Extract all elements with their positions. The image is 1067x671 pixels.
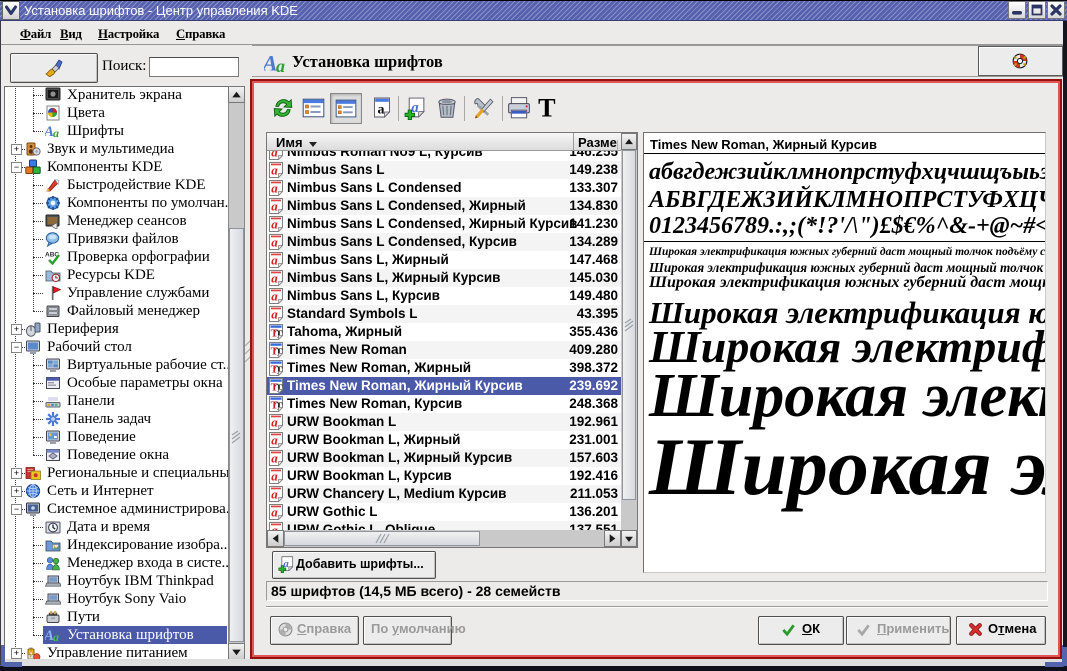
svg-text:a: a <box>53 126 59 139</box>
svg-text:a: a <box>271 163 278 178</box>
svg-text:a: a <box>271 253 278 268</box>
svg-text:T: T <box>538 96 556 120</box>
svg-text:a: a <box>271 487 278 502</box>
svg-text:a: a <box>271 451 278 466</box>
svg-text:a: a <box>271 469 278 484</box>
svg-text:a: a <box>271 307 278 322</box>
svg-text:a: a <box>276 56 285 75</box>
svg-text:a: a <box>53 630 59 643</box>
svg-text:a: a <box>271 217 278 232</box>
svg-text:a: a <box>271 199 278 214</box>
svg-text:a: a <box>271 505 278 520</box>
svg-text:a: a <box>271 415 278 430</box>
svg-text:a: a <box>271 271 278 286</box>
svg-text:a: a <box>271 151 278 160</box>
svg-text:a: a <box>271 523 278 530</box>
svg-text:a: a <box>271 235 278 250</box>
svg-text:a: a <box>271 289 278 304</box>
svg-text:a: a <box>271 433 278 448</box>
svg-text:a: a <box>271 181 278 196</box>
svg-text:a: a <box>378 103 385 118</box>
